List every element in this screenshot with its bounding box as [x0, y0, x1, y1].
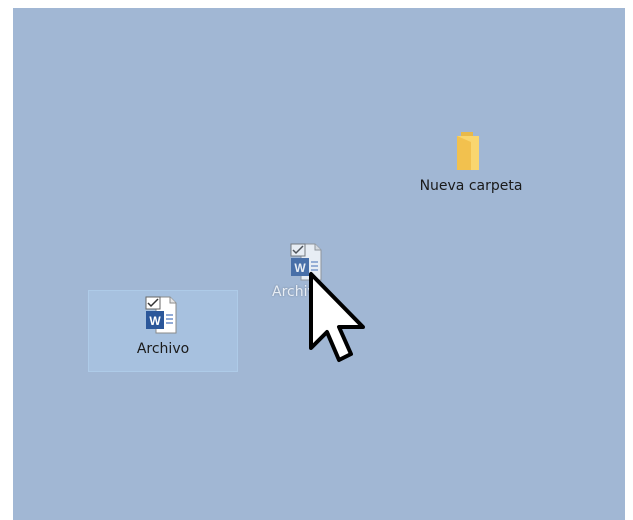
desktop-item-archivo-selected[interactable]: W Archivo: [88, 290, 238, 372]
folder-icon: [457, 132, 479, 170]
word-document-icon: W: [145, 296, 177, 334]
desktop[interactable]: Nueva carpeta W Archivo W Archi: [13, 8, 625, 520]
arrow-cursor-icon: [309, 272, 365, 362]
svg-text:W: W: [149, 314, 161, 328]
desktop-item-label: Nueva carpeta: [419, 178, 523, 194]
desktop-item-label: Archivo: [136, 341, 190, 357]
desktop-item-nueva-carpeta[interactable]: Nueva carpeta: [411, 126, 531, 206]
